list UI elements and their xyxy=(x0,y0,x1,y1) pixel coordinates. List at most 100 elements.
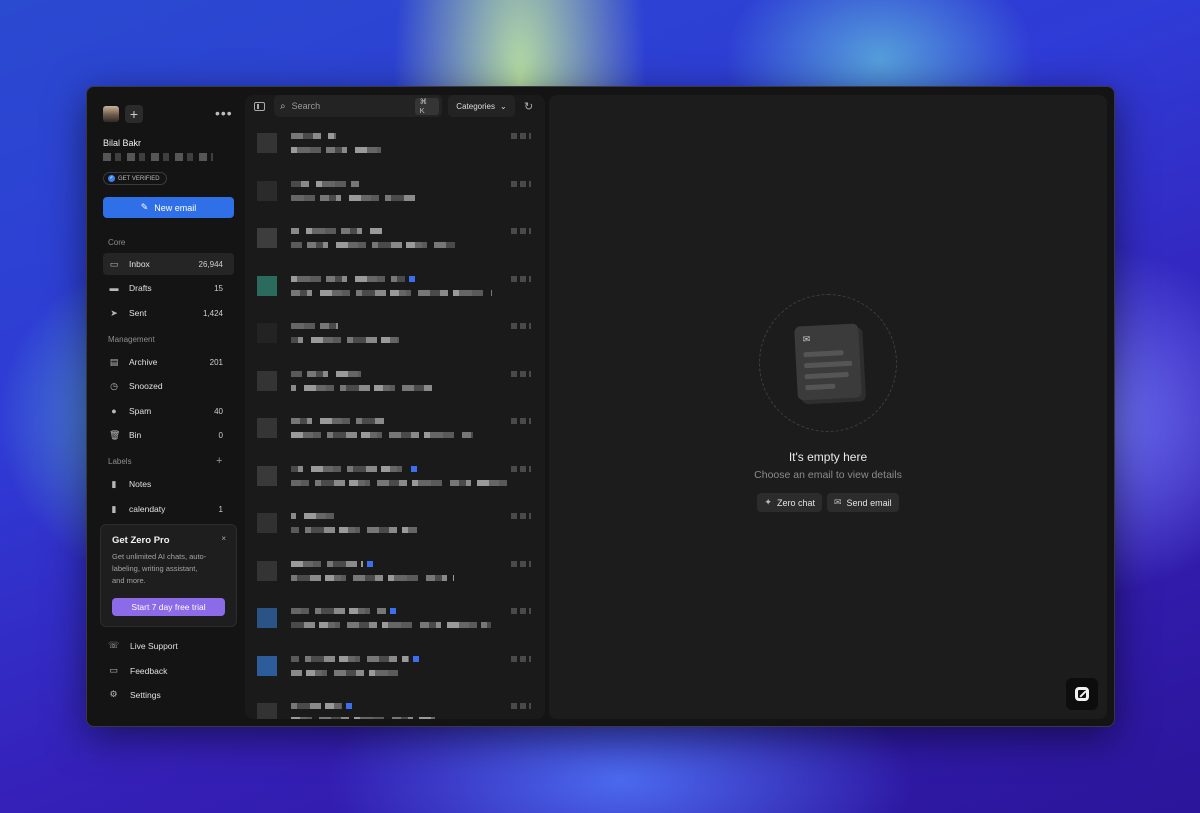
account-email-redacted xyxy=(103,153,213,161)
folder-icon: ▬ xyxy=(109,283,119,293)
sender-redacted xyxy=(291,513,340,519)
date-redacted xyxy=(511,133,531,139)
more-options-button[interactable]: ••• xyxy=(215,105,233,121)
search-input[interactable] xyxy=(291,101,409,111)
subject-redacted xyxy=(291,242,455,248)
list-item[interactable] xyxy=(245,697,545,719)
list-item[interactable] xyxy=(245,127,545,175)
list-item[interactable] xyxy=(245,602,545,650)
start-trial-button[interactable]: Start 7 day free trial xyxy=(112,598,225,616)
sidebar-item-calendaty[interactable]: ▮ calendaty 1 xyxy=(103,498,234,520)
mail-icon: ✉ xyxy=(802,333,811,345)
zero-chat-button[interactable]: ✦ Zero chat xyxy=(757,493,822,512)
live-support-link[interactable]: ☏ Live Support xyxy=(108,640,178,651)
avatar xyxy=(257,513,277,533)
sender-redacted xyxy=(291,608,386,614)
list-item[interactable] xyxy=(245,460,545,508)
phone-icon: ☏ xyxy=(108,640,120,650)
date-redacted xyxy=(511,560,531,567)
close-promo-button[interactable]: × xyxy=(221,534,226,543)
sender-redacted xyxy=(291,655,409,662)
sidebar-item-spam[interactable]: ● Spam 40 xyxy=(103,400,234,422)
new-email-label: New email xyxy=(154,202,197,213)
list-item[interactable] xyxy=(245,365,545,413)
sidebar-item-count: 1 xyxy=(218,504,223,514)
sidebar-item-inbox[interactable]: ▭ Inbox 26,944 xyxy=(103,253,234,275)
list-item[interactable] xyxy=(245,317,545,365)
subject-redacted xyxy=(291,384,436,391)
list-item[interactable] xyxy=(245,412,545,460)
avatar xyxy=(257,418,277,438)
subject-redacted xyxy=(291,289,492,296)
sender-redacted xyxy=(291,180,359,187)
sender-redacted xyxy=(291,703,342,709)
avatar xyxy=(257,133,277,153)
zero-chat-label: Zero chat xyxy=(776,497,815,508)
gear-icon: ⚙ xyxy=(109,689,118,699)
settings-link[interactable]: ⚙ Settings xyxy=(108,689,160,700)
sender-redacted xyxy=(291,418,384,424)
message-icon: ▭ xyxy=(109,665,118,675)
unread-indicator xyxy=(367,560,373,567)
refresh-icon[interactable]: ↻ xyxy=(524,100,533,113)
subject-redacted xyxy=(291,527,417,533)
sidebar-item-sent[interactable]: ➤ Sent 1,424 xyxy=(103,302,234,324)
section-management: Management xyxy=(108,335,155,344)
sidebar-item-label: Snoozed xyxy=(129,381,163,391)
search-icon: ⌕ xyxy=(280,100,286,112)
live-support-label: Live Support xyxy=(130,640,178,651)
subject-redacted xyxy=(291,337,399,343)
section-labels: Labels xyxy=(108,457,132,466)
feedback-label: Feedback xyxy=(130,665,168,676)
send-email-button[interactable]: ✉ Send email xyxy=(827,493,899,512)
search-bar[interactable]: ⌕ ⌘ K xyxy=(274,95,442,117)
mail-icon: ✉ xyxy=(834,497,842,507)
zero-logo-icon[interactable] xyxy=(1066,678,1098,710)
sidebar-item-label: Spam xyxy=(129,406,152,416)
date-redacted xyxy=(511,655,531,662)
subject-redacted xyxy=(291,479,510,486)
sidebar-item-bin[interactable]: 🗑 Bin 0 xyxy=(103,424,234,446)
sender-redacted xyxy=(291,370,361,377)
trash-icon: 🗑 xyxy=(109,430,121,440)
empty-state-actions: ✦ Zero chat ✉ Send email xyxy=(549,493,1107,512)
bookmark-icon: ▮ xyxy=(111,504,117,514)
get-verified-label: GET VERIFIED xyxy=(118,175,160,182)
list-item[interactable] xyxy=(245,175,545,223)
categories-dropdown[interactable]: Categories ⌄ xyxy=(448,95,515,117)
list-item[interactable] xyxy=(245,507,545,555)
list-item[interactable] xyxy=(245,650,545,698)
new-email-button[interactable]: ✎ New email xyxy=(103,197,234,218)
mail-list: ⌕ ⌘ K Categories ⌄ ↻ xyxy=(245,95,545,719)
unread-indicator xyxy=(346,703,352,709)
add-account-button[interactable]: + xyxy=(125,105,143,123)
sidebar-item-drafts[interactable]: ▬ Drafts 15 xyxy=(103,277,234,299)
avatar xyxy=(257,655,277,676)
sidebar-item-label: Sent xyxy=(129,308,147,318)
empty-state-title: It's empty here xyxy=(788,450,868,464)
unread-indicator xyxy=(411,465,417,472)
alert-icon: ● xyxy=(111,406,117,416)
list-item[interactable] xyxy=(245,555,545,603)
list-item[interactable] xyxy=(245,270,545,318)
add-label-button[interactable]: + xyxy=(216,455,222,467)
sidebar: + ••• Bilal Bakr ✓ GET VERIFIED ✎ New em… xyxy=(87,87,244,726)
avatar xyxy=(257,560,277,581)
sidebar-toggle-icon[interactable] xyxy=(254,102,265,111)
sidebar-item-notes[interactable]: ▮ Notes xyxy=(103,473,234,495)
date-redacted xyxy=(511,228,531,234)
avatar[interactable] xyxy=(103,106,119,122)
sidebar-item-snoozed[interactable]: ◷ Snoozed xyxy=(103,375,234,397)
sidebar-item-archive[interactable]: ▤ Archive 201 xyxy=(103,351,234,373)
email-detail-pane: ✉ It's empty here Choose an email to vie… xyxy=(549,95,1107,719)
avatar xyxy=(257,703,277,719)
date-redacted xyxy=(511,370,531,377)
sidebar-item-count: 40 xyxy=(214,406,223,416)
sender-redacted xyxy=(291,560,363,567)
feedback-link[interactable]: ▭ Feedback xyxy=(108,665,167,676)
sidebar-item-count: 201 xyxy=(209,357,223,367)
sender-redacted xyxy=(291,323,338,329)
get-verified-badge[interactable]: ✓ GET VERIFIED xyxy=(103,172,167,185)
promo-title: Get Zero Pro xyxy=(112,535,170,546)
list-item[interactable] xyxy=(245,222,545,270)
